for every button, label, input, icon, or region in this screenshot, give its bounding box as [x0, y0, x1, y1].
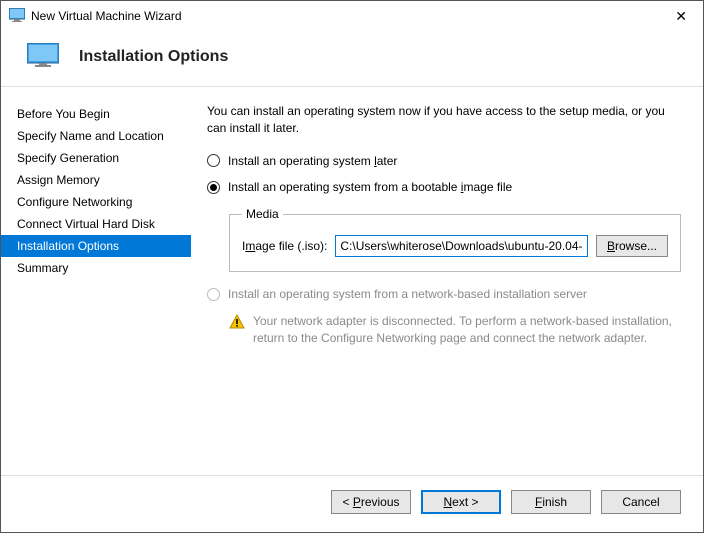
sidebar-item-specify-name[interactable]: Specify Name and Location — [1, 125, 191, 147]
image-file-label: Image file (.iso): — [242, 238, 327, 255]
option-install-image-label: Install an operating system from a boota… — [228, 179, 512, 196]
window-title: New Virtual Machine Wizard — [31, 9, 667, 23]
option-install-later-label: Install an operating system later — [228, 153, 397, 170]
cancel-button[interactable]: Cancel — [601, 490, 681, 514]
sidebar-item-specify-generation[interactable]: Specify Generation — [1, 147, 191, 169]
sidebar-item-before-you-begin[interactable]: Before You Begin — [1, 103, 191, 125]
media-legend: Media — [242, 206, 283, 223]
media-group: Media Image file (.iso): Browse... — [229, 206, 681, 272]
wizard-window: New Virtual Machine Wizard ✕ Installatio… — [0, 0, 704, 533]
wizard-sidebar: Before You Begin Specify Name and Locati… — [1, 87, 191, 475]
header-icon — [27, 43, 59, 70]
sidebar-item-configure-networking[interactable]: Configure Networking — [1, 191, 191, 213]
radio-install-network — [207, 288, 220, 301]
wizard-header: Installation Options — [1, 31, 703, 87]
finish-button[interactable]: Finish — [511, 490, 591, 514]
wizard-content: You can install an operating system now … — [191, 87, 703, 475]
next-button[interactable]: Next > — [421, 490, 501, 514]
option-install-image[interactable]: Install an operating system from a boota… — [207, 179, 681, 196]
wizard-body: Before You Begin Specify Name and Locati… — [1, 87, 703, 475]
radio-install-image[interactable] — [207, 181, 220, 194]
intro-text: You can install an operating system now … — [207, 103, 681, 137]
warning-icon — [229, 314, 245, 347]
previous-button[interactable]: < Previous — [331, 490, 411, 514]
radio-install-later[interactable] — [207, 154, 220, 167]
network-warning-text: Your network adapter is disconnected. To… — [253, 313, 681, 347]
image-file-input[interactable] — [335, 235, 588, 257]
close-button[interactable]: ✕ — [667, 6, 695, 27]
option-install-later[interactable]: Install an operating system later — [207, 153, 681, 170]
app-icon — [9, 8, 25, 25]
option-install-network: Install an operating system from a netwo… — [207, 286, 681, 303]
wizard-footer: < Previous Next > Finish Cancel — [1, 475, 703, 532]
network-warning: Your network adapter is disconnected. To… — [229, 313, 681, 347]
sidebar-item-assign-memory[interactable]: Assign Memory — [1, 169, 191, 191]
page-title: Installation Options — [79, 48, 228, 66]
sidebar-item-installation-options[interactable]: Installation Options — [1, 235, 191, 257]
option-install-network-label: Install an operating system from a netwo… — [228, 286, 587, 303]
sidebar-item-connect-vhd[interactable]: Connect Virtual Hard Disk — [1, 213, 191, 235]
browse-button[interactable]: Browse... — [596, 235, 668, 257]
sidebar-item-summary[interactable]: Summary — [1, 257, 191, 279]
titlebar: New Virtual Machine Wizard ✕ — [1, 1, 703, 31]
